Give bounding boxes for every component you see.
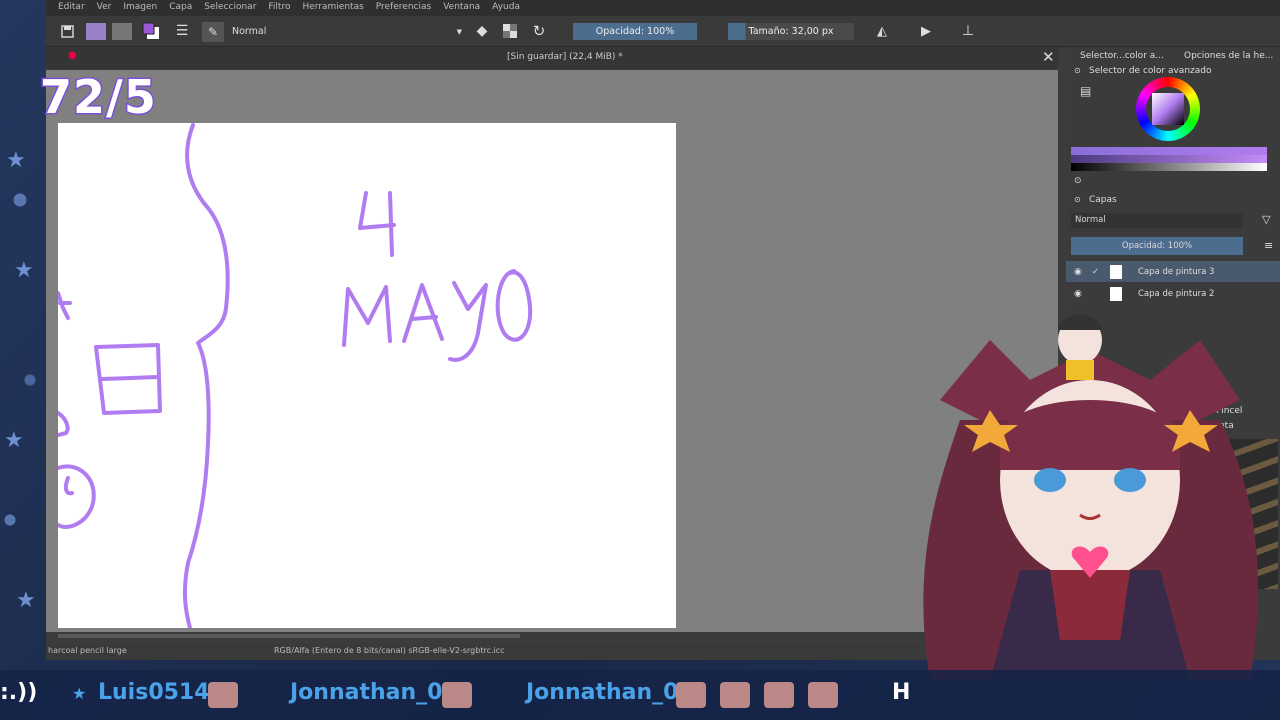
chevron-down-icon: ▼ [456,27,462,36]
partial-letter-stroke [58,411,70,437]
partial-letter-stroke [58,291,72,320]
layers-blend-value: Normal [1075,215,1106,225]
digit-four-stroke [358,191,396,257]
layer-name[interactable]: Capa de pintura 2 [1138,289,1214,299]
layer-name[interactable]: Capa de pintura 3 [1138,267,1214,277]
size-slider[interactable]: Tamaño: 32,00 px [728,23,854,40]
visibility-eye-icon[interactable]: ◉ [1074,267,1082,277]
letter-o-stroke [495,269,533,342]
color-settings-icon[interactable]: ▤ [1080,84,1091,98]
filter-icon[interactable]: ▽ [1262,213,1270,226]
bracket-stroke [182,123,230,628]
layer-thumbnail [1110,264,1122,279]
menu-ver[interactable]: Ver [91,0,118,16]
ticker-username: Luis0514 [98,680,210,705]
box-glyph-stroke [94,343,162,415]
layers-collapse-icon[interactable]: ⊙ [1074,195,1081,204]
ticker-username: Jonnathan_0 [290,680,443,705]
menu-editar[interactable]: Editar [52,0,91,16]
fg-bg-color-icon[interactable] [140,21,162,41]
pattern-swatch-icon[interactable] [86,23,106,40]
brush-preset-icon[interactable]: ✎ [202,22,224,42]
user-icon: ★ [72,684,87,703]
document-title: [Sin guardar] (22,4 MiB) * [507,52,623,62]
letter-a-stroke [402,283,444,343]
star-decoration-icon: ★ [14,258,34,283]
layers-opacity-slider[interactable]: Opacidad: 100% [1071,237,1243,255]
preserve-alpha-icon[interactable] [500,21,520,41]
brush-toolbar: ☰ ✎ Normal ▼ ◆ ↻ Opacidad: 100% Tamaño: … [46,16,1280,47]
gradient-swatch-icon[interactable] [112,23,132,40]
color-panel-title: Selector de color avanzado [1089,66,1212,76]
star-decoration-icon: ★ [4,428,24,453]
eraser-icon[interactable]: ◆ [472,21,492,41]
menu-bar: Editar Ver Imagen Capa Seleccionar Filtr… [46,0,1280,16]
letter-y-stroke [448,281,488,362]
letter-m-stroke [342,285,392,347]
ticker-fragment: :.)) [0,680,38,705]
status-color-profile: RGB/Alfa (Entero de 8 bits/canal) sRGB-e… [274,646,505,655]
tab-tool-options[interactable]: Opciones de la he... [1184,51,1273,61]
menu-ayuda[interactable]: Ayuda [486,0,526,16]
close-document-icon[interactable]: ✕ [1042,48,1055,66]
ticker-username: Jonnathan_0 [526,680,679,705]
star-decoration-icon: ★ [6,148,26,173]
opacity-value: Opacidad: 100% [595,26,675,37]
partial-glyph-stroke [58,464,96,529]
opacity-slider[interactable]: Opacidad: 100% [573,23,697,40]
menu-imagen[interactable]: Imagen [117,0,163,16]
menu-herramientas[interactable]: Herramientas [296,0,369,16]
menu-ventana[interactable]: Ventana [437,0,486,16]
value-slider[interactable] [1071,163,1267,171]
wrap-around-icon[interactable]: ⊥ [958,21,978,41]
emote-avatar [676,682,706,708]
modified-indicator-icon: ● [68,50,77,61]
reload-preset-icon[interactable]: ↻ [528,21,550,41]
vtuber-avatar [923,315,1259,680]
star-decoration-icon: ★ [16,588,36,613]
menu-capa[interactable]: Capa [163,0,198,16]
layers-title: Capas [1089,195,1117,205]
color-wheel[interactable] [1136,77,1200,141]
emote-avatar [720,682,750,708]
emote-avatar [764,682,794,708]
brush-settings-icon[interactable]: ☰ [172,21,192,41]
reset-color-icon[interactable]: ⊙ [1074,176,1082,186]
layers-opacity-value: Opacidad: 100% [1121,241,1193,251]
emote-avatar [808,682,838,708]
stream-counter: 72/5 [39,69,158,126]
emote-avatar [208,682,238,708]
size-value: Tamaño: 32,00 px [748,26,834,37]
color-triangle[interactable] [1152,93,1184,125]
save-icon[interactable] [58,21,76,41]
mirror-horizontal-icon[interactable]: ◭ [872,21,892,41]
ticker-username: H [892,680,911,705]
blend-mode-value: Normal [232,26,267,37]
mirror-vertical-icon[interactable]: ▶ [916,21,936,41]
color-panel-collapse-icon[interactable]: ⊙ [1074,66,1081,75]
scrollbar-thumb[interactable] [58,634,520,638]
layer-selected-check-icon[interactable]: ✓ [1092,267,1099,277]
layers-menu-icon[interactable]: ≡ [1264,239,1273,252]
hue-slider[interactable] [1071,147,1267,155]
menu-preferencias[interactable]: Preferencias [370,0,437,16]
document-tab[interactable]: ● [Sin guardar] (22,4 MiB) * ✕ [46,47,1058,69]
emote-avatar [442,682,472,708]
tab-color-selector[interactable]: Selector...color a... [1080,51,1164,61]
layer-thumbnail [1110,286,1122,301]
layer-row[interactable]: ◉ ✓ Capa de pintura 3 [1066,261,1280,282]
visibility-eye-icon[interactable]: ◉ [1074,289,1082,299]
menu-seleccionar[interactable]: Seleccionar [198,0,262,16]
saturation-slider[interactable] [1071,155,1267,163]
menu-filtro[interactable]: Filtro [262,0,296,16]
blend-mode-select[interactable]: Normal ▼ [226,23,466,40]
drawing-canvas[interactable] [58,123,676,628]
status-brush-name: harcoal pencil large [48,646,127,655]
layers-blend-select[interactable]: Normal [1071,213,1243,228]
brush-strokes [58,123,533,628]
